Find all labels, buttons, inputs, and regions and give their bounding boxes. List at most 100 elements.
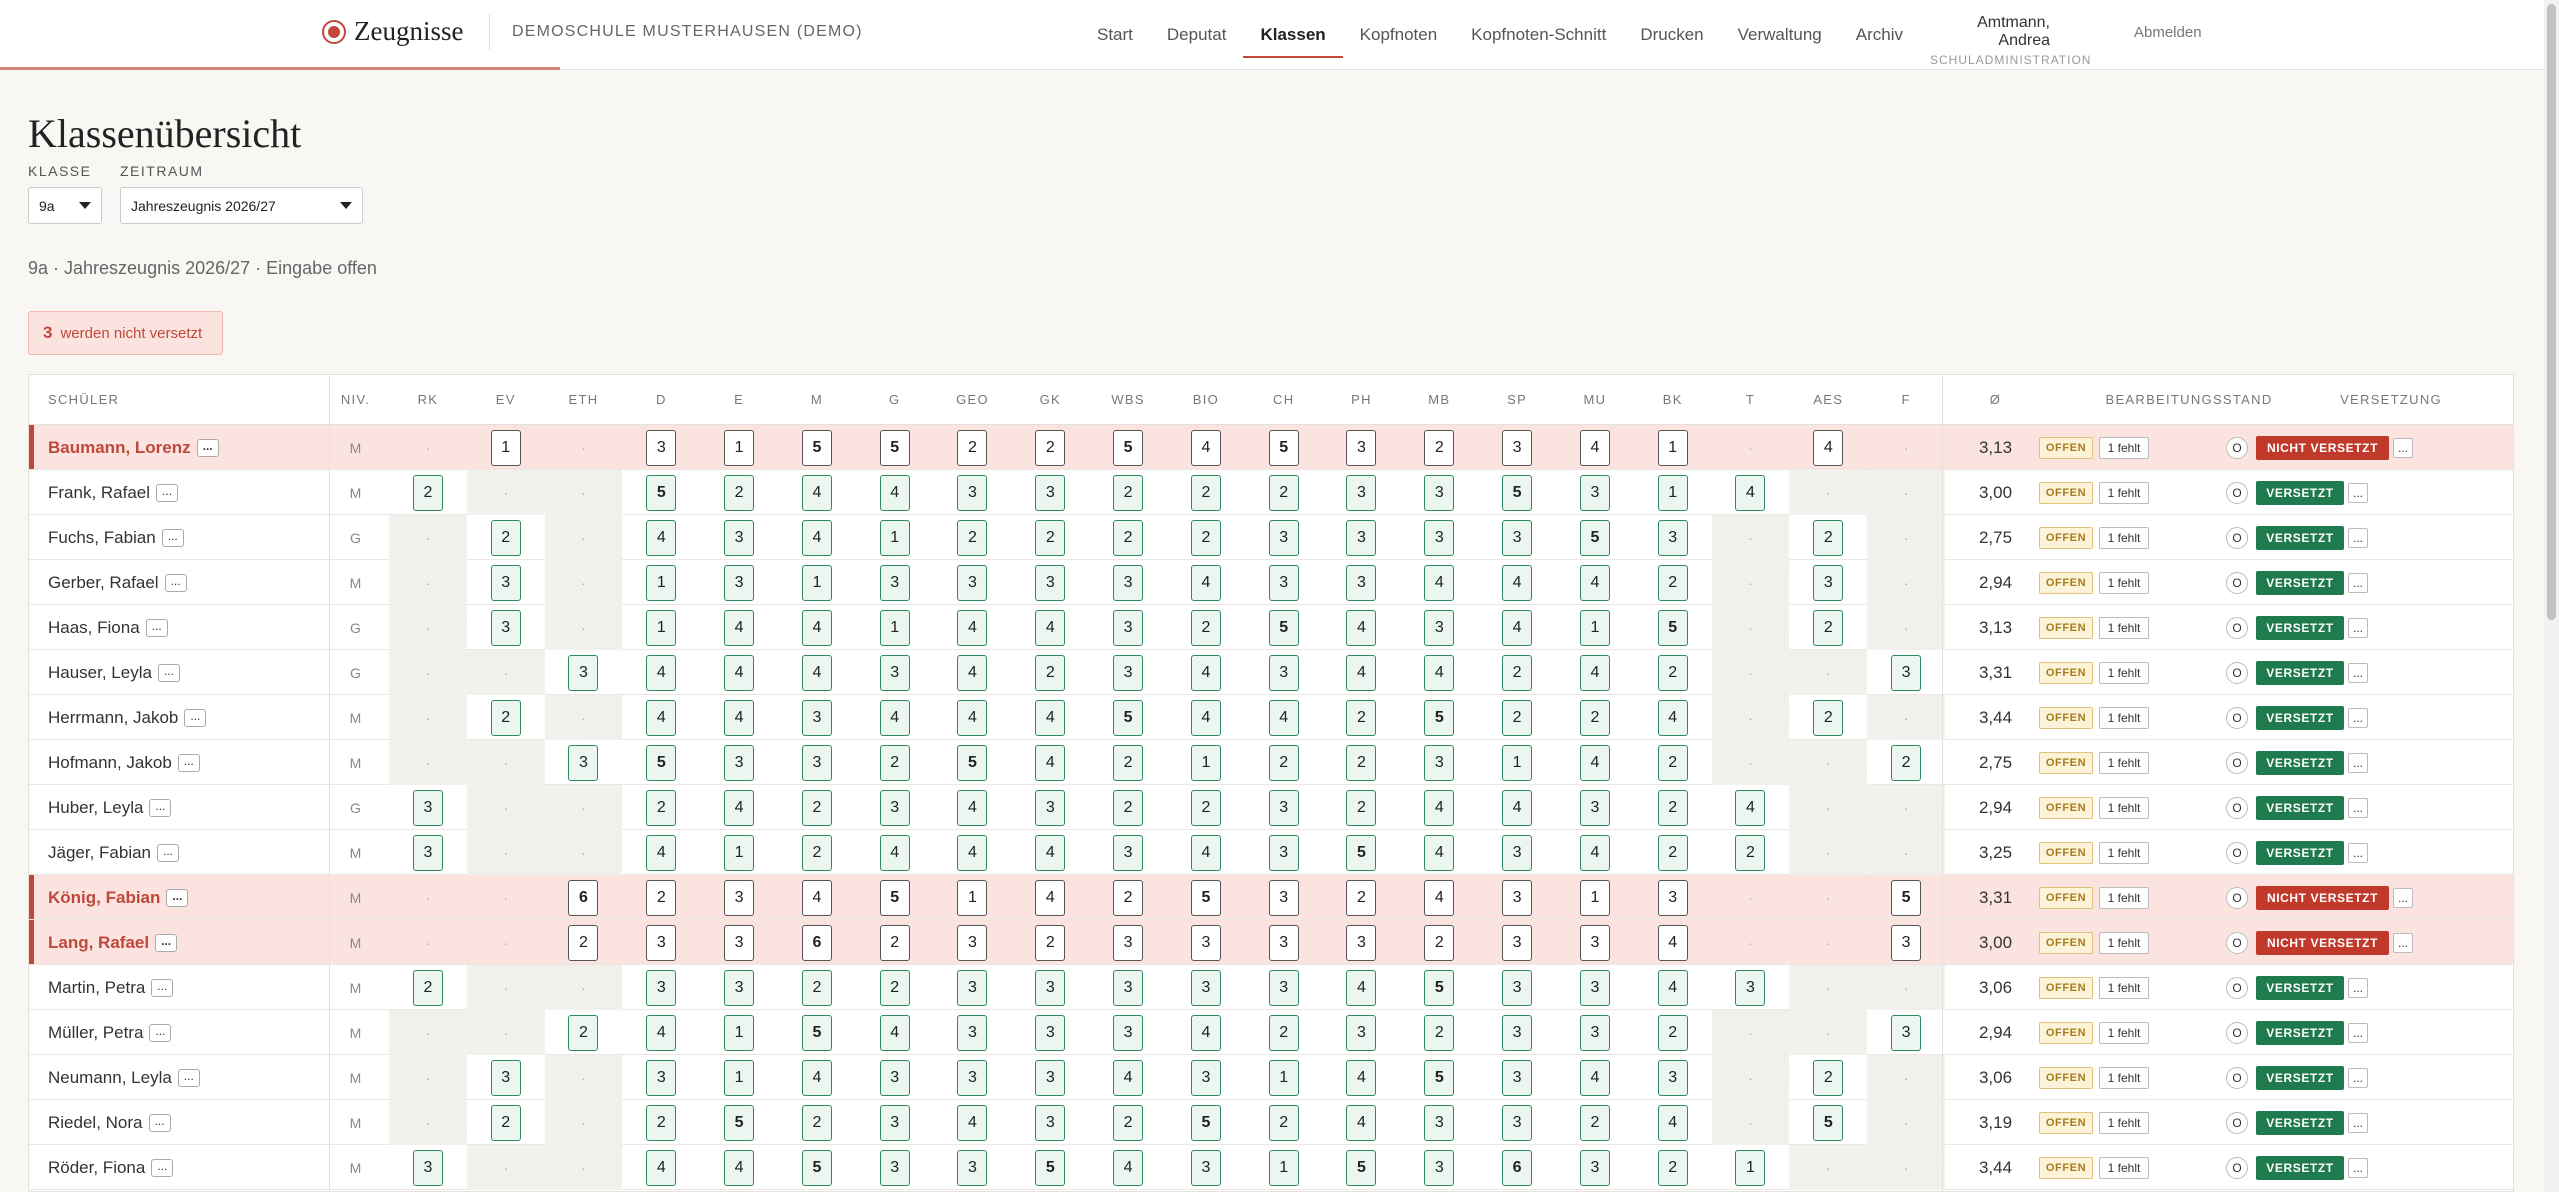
- nav-item-drucken[interactable]: Drucken: [1623, 0, 1720, 70]
- grade-box[interactable]: 2: [1268, 744, 1299, 781]
- grade-box[interactable]: 5: [957, 744, 988, 781]
- grade-box[interactable]: 3: [1190, 1149, 1221, 1186]
- grade-box[interactable]: 3: [1113, 654, 1144, 691]
- grade-box[interactable]: 4: [1190, 699, 1221, 736]
- grade-box[interactable]: 3: [1190, 924, 1221, 961]
- grade-box[interactable]: 5: [1424, 699, 1455, 736]
- logout-link[interactable]: Abmelden: [2134, 24, 2202, 41]
- grade-box[interactable]: 1: [879, 519, 910, 556]
- grade-box[interactable]: 3: [801, 744, 832, 781]
- grade-box[interactable]: 3: [1579, 1014, 1610, 1051]
- versetzt-button[interactable]: VERSETZT: [2256, 615, 2344, 640]
- grade-box[interactable]: 4: [1424, 879, 1455, 916]
- student-more-button[interactable]: ...: [156, 483, 179, 502]
- grade-box[interactable]: 3: [1424, 609, 1455, 646]
- grade-box[interactable]: 4: [1268, 699, 1299, 736]
- grade-box[interactable]: 4: [801, 654, 832, 691]
- grade-box[interactable]: 3: [1268, 654, 1299, 691]
- grade-box[interactable]: 3: [1424, 1104, 1455, 1141]
- grade-box[interactable]: 2: [1657, 744, 1688, 781]
- grade-box[interactable]: 3: [490, 564, 521, 601]
- grade-box[interactable]: 3: [1579, 969, 1610, 1006]
- grade-box[interactable]: 1: [724, 1059, 755, 1096]
- versetzung-toggle[interactable]: O: [2226, 1021, 2248, 1044]
- grade-box[interactable]: 3: [1268, 519, 1299, 556]
- grade-box[interactable]: 4: [1113, 1149, 1144, 1186]
- grade-box[interactable]: 3: [1035, 564, 1066, 601]
- grade-box[interactable]: 3: [879, 564, 910, 601]
- grade-box[interactable]: 2: [801, 834, 832, 871]
- grade-box[interactable]: 4: [1346, 969, 1377, 1006]
- grade-box[interactable]: 2: [1579, 1104, 1610, 1141]
- grade-box[interactable]: 3: [646, 429, 677, 466]
- grade-box[interactable]: 4: [1346, 654, 1377, 691]
- grade-box[interactable]: 4: [724, 789, 755, 826]
- grade-box[interactable]: 2: [1113, 474, 1144, 511]
- grade-box[interactable]: 5: [1813, 1104, 1844, 1141]
- versetzung-toggle[interactable]: O: [2226, 1156, 2248, 1179]
- versetzung-toggle[interactable]: O: [2226, 571, 2248, 594]
- missing-count-badge[interactable]: 1 fehlt: [2099, 751, 2149, 774]
- grade-box[interactable]: 4: [1424, 834, 1455, 871]
- grade-box[interactable]: 1: [1579, 879, 1610, 916]
- grade-box[interactable]: 3: [1502, 519, 1533, 556]
- student-name[interactable]: Hauser, Leyla: [48, 663, 152, 683]
- grade-box[interactable]: 3: [490, 609, 521, 646]
- grade-box[interactable]: 3: [1657, 879, 1688, 916]
- student-more-button[interactable]: ...: [145, 618, 168, 637]
- grade-box[interactable]: 4: [1657, 1104, 1688, 1141]
- student-more-button[interactable]: ...: [161, 528, 184, 547]
- grade-box[interactable]: 2: [1190, 609, 1221, 646]
- grade-box[interactable]: 2: [1190, 519, 1221, 556]
- missing-count-badge[interactable]: 1 fehlt: [2099, 526, 2149, 549]
- grade-box[interactable]: 3: [1035, 474, 1066, 511]
- grade-box[interactable]: 1: [646, 564, 677, 601]
- grade-box[interactable]: 5: [1891, 879, 1922, 916]
- versetzt-button[interactable]: VERSETZT: [2256, 1065, 2344, 1090]
- grade-box[interactable]: 2: [1268, 1104, 1299, 1141]
- grade-box[interactable]: 2: [1735, 834, 1766, 871]
- student-more-button[interactable]: ...: [177, 1068, 200, 1087]
- grade-box[interactable]: 3: [1424, 519, 1455, 556]
- grade-box[interactable]: 5: [1579, 519, 1610, 556]
- grade-box[interactable]: 5: [1035, 1149, 1066, 1186]
- grade-box[interactable]: 3: [1190, 969, 1221, 1006]
- missing-count-badge[interactable]: 1 fehlt: [2099, 706, 2149, 729]
- grade-box[interactable]: 2: [1657, 789, 1688, 826]
- student-more-button[interactable]: ...: [157, 843, 180, 862]
- versetzt-button[interactable]: VERSETZT: [2256, 705, 2344, 730]
- grade-box[interactable]: 3: [1113, 564, 1144, 601]
- grade-box[interactable]: 2: [1424, 924, 1455, 961]
- grade-box[interactable]: 2: [646, 1104, 677, 1141]
- grade-box[interactable]: 4: [879, 699, 910, 736]
- grade-box[interactable]: 4: [957, 834, 988, 871]
- versetzt-button[interactable]: VERSETZT: [2256, 795, 2344, 820]
- grade-box[interactable]: 3: [1268, 564, 1299, 601]
- grade-box[interactable]: 3: [568, 744, 599, 781]
- student-more-button[interactable]: ...: [149, 798, 172, 817]
- grade-box[interactable]: 4: [1813, 429, 1844, 466]
- student-name[interactable]: Röder, Fiona: [48, 1158, 145, 1178]
- grade-box[interactable]: 3: [879, 1104, 910, 1141]
- grade-box[interactable]: 2: [1268, 474, 1299, 511]
- versetzt-button[interactable]: VERSETZT: [2256, 525, 2344, 550]
- grade-box[interactable]: 4: [724, 699, 755, 736]
- grade-box[interactable]: 1: [724, 834, 755, 871]
- versetzung-more-button[interactable]: ...: [2393, 932, 2413, 953]
- nav-item-archiv[interactable]: Archiv: [1839, 0, 1920, 70]
- grade-box[interactable]: 4: [879, 1014, 910, 1051]
- versetzung-toggle[interactable]: O: [2226, 661, 2248, 684]
- grade-box[interactable]: 3: [1035, 969, 1066, 1006]
- grade-box[interactable]: 2: [1113, 879, 1144, 916]
- nav-item-klassen[interactable]: Klassen: [1243, 0, 1343, 70]
- grade-box[interactable]: 3: [1268, 789, 1299, 826]
- versetzung-more-button[interactable]: ...: [2348, 977, 2368, 998]
- grade-box[interactable]: 4: [957, 699, 988, 736]
- grade-box[interactable]: 2: [490, 1104, 521, 1141]
- grade-box[interactable]: 5: [1502, 474, 1533, 511]
- missing-count-badge[interactable]: 1 fehlt: [2099, 841, 2149, 864]
- versetzung-more-button[interactable]: ...: [2348, 572, 2368, 593]
- grade-box[interactable]: 2: [1035, 519, 1066, 556]
- grade-box[interactable]: 5: [646, 744, 677, 781]
- grade-box[interactable]: 6: [568, 879, 599, 916]
